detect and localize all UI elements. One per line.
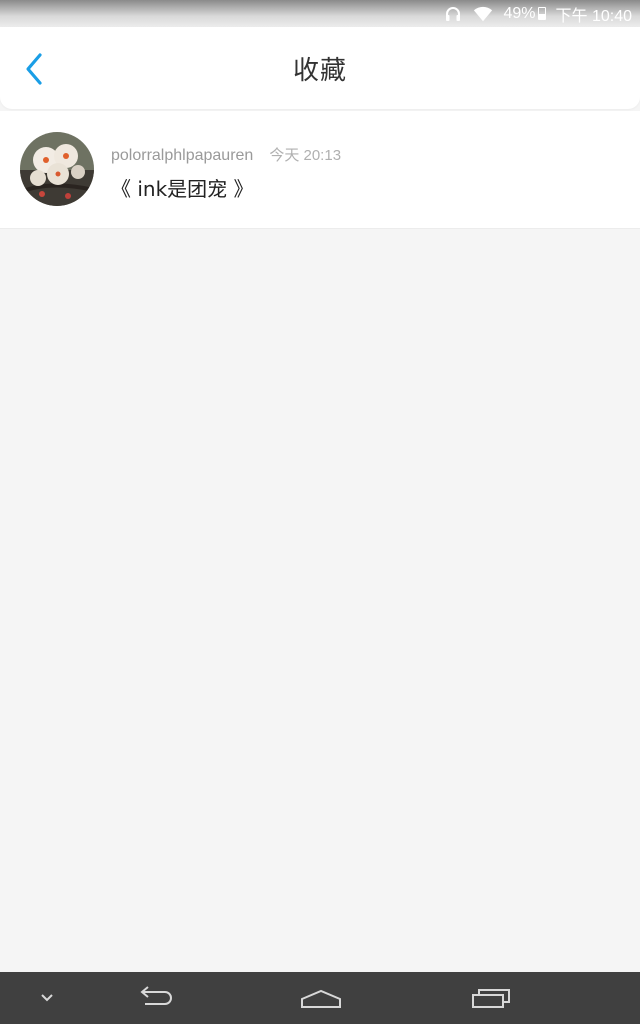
page-title: 收藏	[292, 55, 347, 86]
plum-blossom-avatar	[20, 132, 94, 206]
item-timestamp: 今天 20:13	[269, 147, 342, 164]
app-header: 收藏	[0, 27, 640, 109]
status-bar: 49% 下午 10:40	[0, 0, 640, 27]
item-username[interactable]: polorralphlpapauren	[111, 147, 253, 165]
battery-percent: 49%	[503, 4, 536, 22]
avatar[interactable]	[20, 132, 94, 206]
hide-keyboard-icon	[41, 994, 53, 1002]
battery-indicator: 49%	[503, 4, 546, 23]
navigation-bar	[0, 972, 640, 1024]
home-icon	[301, 989, 341, 1008]
clock: 下午 10:40	[555, 7, 633, 25]
favorites-list: polorralphlpapauren 今天 20:13 《 ink是团宠 》	[0, 111, 640, 229]
nav-home-button[interactable]	[296, 978, 346, 1018]
nav-back-button[interactable]	[126, 978, 180, 1018]
recents-icon	[472, 989, 510, 1008]
screen: 49% 下午 10:40 收藏 polorralphlpapauren 今天 2…	[0, 0, 640, 1024]
wifi-icon	[473, 4, 493, 24]
item-meta: polorralphlpapauren 今天 20:13	[111, 144, 341, 165]
headphones-icon	[443, 4, 463, 24]
hide-keyboard-button[interactable]	[30, 978, 64, 1018]
list-item[interactable]: polorralphlpapauren 今天 20:13 《 ink是团宠 》	[0, 111, 640, 229]
nav-recents-button[interactable]	[466, 978, 516, 1018]
back-icon	[140, 986, 172, 1005]
battery-icon	[537, 7, 546, 20]
item-title[interactable]: 《 ink是团宠 》	[111, 173, 254, 202]
